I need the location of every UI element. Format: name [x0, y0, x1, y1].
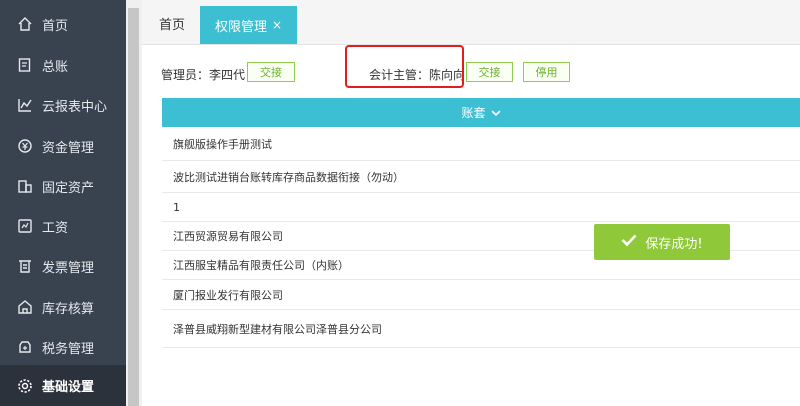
tab-label: 权限管理	[214, 19, 267, 35]
sidebar: 首页 总账 云报表中心 资金管理 固定资产 工资 发票管理 库存核算 税务管理 …	[0, 0, 126, 406]
column-header-account-set: 账套	[461, 106, 486, 120]
gear-icon	[17, 378, 33, 394]
table-header[interactable]: 账套	[162, 98, 800, 127]
warehouse-icon	[17, 299, 33, 315]
table-row[interactable]: 波比测试进销台账转库存商品数据衔接（勿动）	[162, 161, 800, 193]
success-toast: 保存成功!	[594, 224, 730, 260]
tax-icon	[17, 339, 33, 355]
sidebar-item-label: 固定资产	[42, 180, 95, 196]
tab-home[interactable]: 首页	[159, 14, 185, 33]
sidebar-item-salary[interactable]: 工资	[0, 206, 126, 246]
ledger-icon	[17, 57, 33, 73]
sidebar-item-label: 工资	[42, 220, 69, 236]
sidebar-item-settings[interactable]: 基础设置	[0, 365, 126, 406]
home-icon	[17, 16, 33, 32]
table-row[interactable]: 泽普县威翔新型建材有限公司泽普县分公司	[162, 310, 800, 348]
sidebar-item-label: 总账	[42, 59, 69, 75]
disable-button[interactable]: 停用	[523, 62, 570, 82]
admin-label: 管理员：李四代	[161, 68, 246, 82]
sidebar-item-inventory[interactable]: 库存核算	[0, 287, 126, 327]
sidebar-item-label: 云报表中心	[42, 99, 108, 115]
building-icon	[17, 178, 33, 194]
chart-icon	[17, 97, 33, 113]
sidebar-item-ledger[interactable]: 总账	[0, 45, 126, 85]
tab-bar: 首页 权限管理 ×	[142, 0, 800, 45]
tab-permission-management[interactable]: 权限管理 ×	[200, 6, 297, 44]
sidebar-item-label: 资金管理	[42, 140, 95, 156]
admin-transfer-button[interactable]: 交接	[247, 62, 295, 82]
check-icon	[621, 233, 637, 251]
sidebar-item-label: 库存核算	[42, 301, 95, 317]
table-cell: 波比测试进销台账转库存商品数据衔接（勿动）	[173, 170, 404, 184]
table-cell: 江西贸源贸易有限公司	[173, 230, 283, 243]
annotation-highlight-box	[345, 45, 464, 88]
sidebar-item-label: 发票管理	[42, 260, 95, 276]
table-cell: 厦门报业发行有限公司	[173, 288, 283, 302]
sidebar-item-reports[interactable]: 云报表中心	[0, 85, 126, 125]
sidebar-item-label: 首页	[42, 18, 69, 34]
table-row[interactable]: 旗舰版操作手册测试	[162, 127, 800, 161]
sidebar-item-assets[interactable]: 固定资产	[0, 166, 126, 206]
sidebar-item-label: 税务管理	[42, 341, 95, 357]
sidebar-item-home[interactable]: 首页	[0, 4, 126, 44]
chevron-down-icon	[490, 106, 501, 120]
table-cell: 江西服宝精品有限责任公司（内账）	[173, 259, 349, 272]
salary-icon	[17, 218, 33, 234]
sidebar-item-label: 基础设置	[42, 380, 95, 395]
table-cell: 1	[173, 200, 180, 214]
table-cell: 泽普县威翔新型建材有限公司泽普县分公司	[173, 322, 382, 336]
toast-message: 保存成功!	[645, 236, 703, 252]
close-icon[interactable]: ×	[272, 18, 282, 32]
sidebar-item-invoice[interactable]: 发票管理	[0, 246, 126, 286]
table-cell: 旗舰版操作手册测试	[173, 137, 272, 151]
accountant-transfer-button[interactable]: 交接	[466, 62, 513, 82]
money-icon	[17, 138, 33, 154]
sidebar-item-tax[interactable]: 税务管理	[0, 327, 126, 367]
scrollbar-thumb[interactable]	[128, 8, 139, 406]
table-row[interactable]: 厦门报业发行有限公司	[162, 280, 800, 310]
table-row[interactable]: 1	[162, 193, 800, 222]
invoice-icon	[17, 258, 33, 274]
sidebar-item-funds[interactable]: 资金管理	[0, 126, 126, 166]
